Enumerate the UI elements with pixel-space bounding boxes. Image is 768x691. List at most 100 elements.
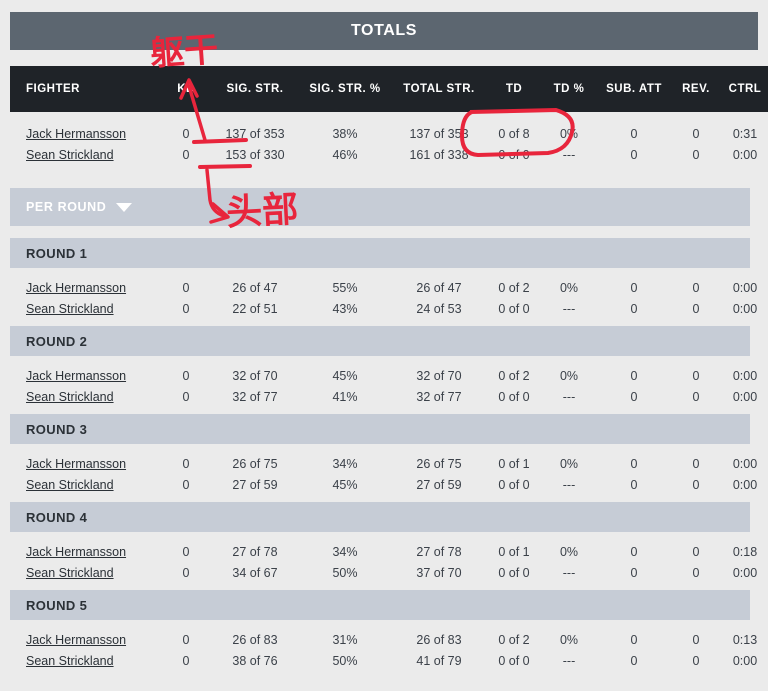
spacer-row — [10, 358, 768, 366]
table-row: Sean Strickland 0 32 of 77 41% 32 of 77 … — [10, 387, 768, 408]
ctrl-cell: 0:00 — [732, 654, 758, 668]
table-row: Jack Hermansson 0 26 of 83 31% 26 of 83 … — [10, 630, 768, 651]
sig-str-cell: 32 of 77 — [232, 390, 278, 404]
round-table-3: Jack Hermansson 0 26 of 75 34% 26 of 75 … — [10, 446, 768, 496]
fighter-cell: Jack Hermansson — [10, 366, 160, 387]
table-row: Jack Hermansson 0 26 of 47 55% 26 of 47 … — [10, 278, 768, 299]
fighter-link[interactable]: Sean Strickland — [26, 478, 114, 492]
ctrl-cell: 0:00 — [732, 281, 758, 295]
rev-cell: 0 — [692, 633, 700, 647]
fighter-link[interactable]: Sean Strickland — [26, 566, 114, 580]
ctrl-cell: 0:00 — [732, 566, 758, 580]
td-cell: 0 of 8 — [498, 127, 530, 141]
fighter-cell: Jack Hermansson — [10, 124, 160, 145]
fighter-link[interactable]: Sean Strickland — [26, 302, 114, 316]
table-row: Jack Hermansson 0 26 of 75 34% 26 of 75 … — [10, 454, 768, 475]
sub-att-cell: 0 — [630, 369, 638, 383]
td-cell: 0 of 1 — [498, 545, 530, 559]
kd-cell: 0 — [182, 281, 190, 295]
sig-str-pct-cell: 45% — [332, 478, 358, 492]
ctrl-cell: 0:00 — [732, 457, 758, 471]
column-header-ctrl[interactable]: CTRL — [720, 66, 768, 112]
sub-att-cell: 0 — [630, 545, 638, 559]
sub-att-cell: 0 — [630, 478, 638, 492]
column-header-td[interactable]: TD — [486, 66, 542, 112]
kd-cell: 0 — [182, 457, 190, 471]
fighter-cell: Jack Hermansson — [10, 454, 160, 475]
td-pct-cell: 0% — [559, 369, 579, 383]
round-label: ROUND 2 — [26, 333, 88, 349]
sub-att-cell: 0 — [630, 302, 638, 316]
per-round-toggle[interactable]: PER ROUND — [10, 188, 750, 226]
sig-str-cell: 26 of 83 — [232, 633, 278, 647]
round-table-4: Jack Hermansson 0 27 of 78 34% 27 of 78 … — [10, 534, 768, 584]
round-header-3: ROUND 3 — [10, 414, 750, 444]
sig-str-cell: 153 of 330 — [225, 148, 285, 162]
rev-cell: 0 — [692, 545, 700, 559]
rev-cell: 0 — [692, 457, 700, 471]
fighter-link[interactable]: Jack Hermansson — [26, 281, 126, 295]
kd-cell: 0 — [182, 127, 190, 141]
column-header-fighter[interactable]: FIGHTER — [10, 66, 160, 112]
fighter-link[interactable]: Jack Hermansson — [26, 457, 126, 471]
fighter-link[interactable]: Sean Strickland — [26, 148, 114, 162]
rev-cell: 0 — [692, 281, 700, 295]
table-row: Sean Strickland 0 22 of 51 43% 24 of 53 … — [10, 299, 768, 320]
fighter-cell: Sean Strickland — [10, 299, 160, 320]
column-header-sub-att[interactable]: SUB. ATT — [596, 66, 672, 112]
total-str-cell: 32 of 77 — [416, 390, 462, 404]
table-row: Jack Hermansson 0 27 of 78 34% 27 of 78 … — [10, 542, 768, 563]
fight-stats-page: TOTALS FIGHTER KD SIG. STR. SIG. STR. % … — [0, 0, 768, 691]
td-cell: 0 of 0 — [498, 654, 530, 668]
fighter-cell: Jack Hermansson — [10, 278, 160, 299]
table-row: Sean Strickland 0 27 of 59 45% 27 of 59 … — [10, 475, 768, 496]
rev-cell: 0 — [692, 127, 700, 141]
total-str-cell: 137 of 353 — [409, 127, 469, 141]
kd-cell: 0 — [182, 302, 190, 316]
td-pct-cell: --- — [562, 654, 576, 668]
td-cell: 0 of 0 — [498, 148, 530, 162]
total-str-cell: 27 of 78 — [416, 545, 462, 559]
td-cell: 0 of 1 — [498, 457, 530, 471]
fighter-cell: Sean Strickland — [10, 563, 160, 584]
td-cell: 0 of 2 — [498, 633, 530, 647]
column-header-kd[interactable]: KD — [160, 66, 212, 112]
totals-header-row: FIGHTER KD SIG. STR. SIG. STR. % TOTAL S… — [10, 66, 768, 112]
fighter-link[interactable]: Sean Strickland — [26, 654, 114, 668]
spacer-row — [10, 270, 768, 278]
fighter-link[interactable]: Jack Hermansson — [26, 545, 126, 559]
column-header-td-pct[interactable]: TD % — [542, 66, 596, 112]
fighter-link[interactable]: Jack Hermansson — [26, 369, 126, 383]
table-row: Sean Strickland 0 38 of 76 50% 41 of 79 … — [10, 651, 768, 672]
rev-cell: 0 — [692, 654, 700, 668]
page-title: TOTALS — [350, 22, 418, 39]
spacer-row — [10, 166, 768, 180]
fighter-link[interactable]: Jack Hermansson — [26, 633, 126, 647]
spacer-row — [10, 112, 768, 124]
td-pct-cell: 0% — [559, 127, 579, 141]
td-pct-cell: --- — [562, 148, 576, 162]
round-header-2: ROUND 2 — [10, 326, 750, 356]
td-pct-cell: 0% — [559, 633, 579, 647]
column-header-sig-str[interactable]: SIG. STR. — [212, 66, 298, 112]
fighter-cell: Sean Strickland — [10, 651, 160, 672]
total-str-cell: 26 of 47 — [416, 281, 462, 295]
column-header-total-str[interactable]: TOTAL STR. — [392, 66, 486, 112]
fighter-link[interactable]: Sean Strickland — [26, 390, 114, 404]
td-pct-cell: --- — [562, 478, 576, 492]
column-header-sig-str-pct[interactable]: SIG. STR. % — [298, 66, 392, 112]
table-row: Sean Strickland 0 153 of 330 46% 161 of … — [10, 145, 768, 166]
sig-str-cell: 27 of 78 — [232, 545, 278, 559]
column-header-rev[interactable]: REV. — [672, 66, 720, 112]
sig-str-cell: 32 of 70 — [232, 369, 278, 383]
round-header-1: ROUND 1 — [10, 238, 750, 268]
sig-str-pct-cell: 46% — [332, 148, 358, 162]
td-cell: 0 of 0 — [498, 390, 530, 404]
table-row: Jack Hermansson 0 32 of 70 45% 32 of 70 … — [10, 366, 768, 387]
sig-str-pct-cell: 50% — [332, 566, 358, 580]
fighter-link[interactable]: Jack Hermansson — [26, 127, 126, 141]
td-pct-cell: --- — [562, 390, 576, 404]
ctrl-cell: 0:00 — [732, 302, 758, 316]
round-label: ROUND 4 — [26, 509, 88, 525]
per-round-label: PER ROUND — [26, 200, 107, 214]
